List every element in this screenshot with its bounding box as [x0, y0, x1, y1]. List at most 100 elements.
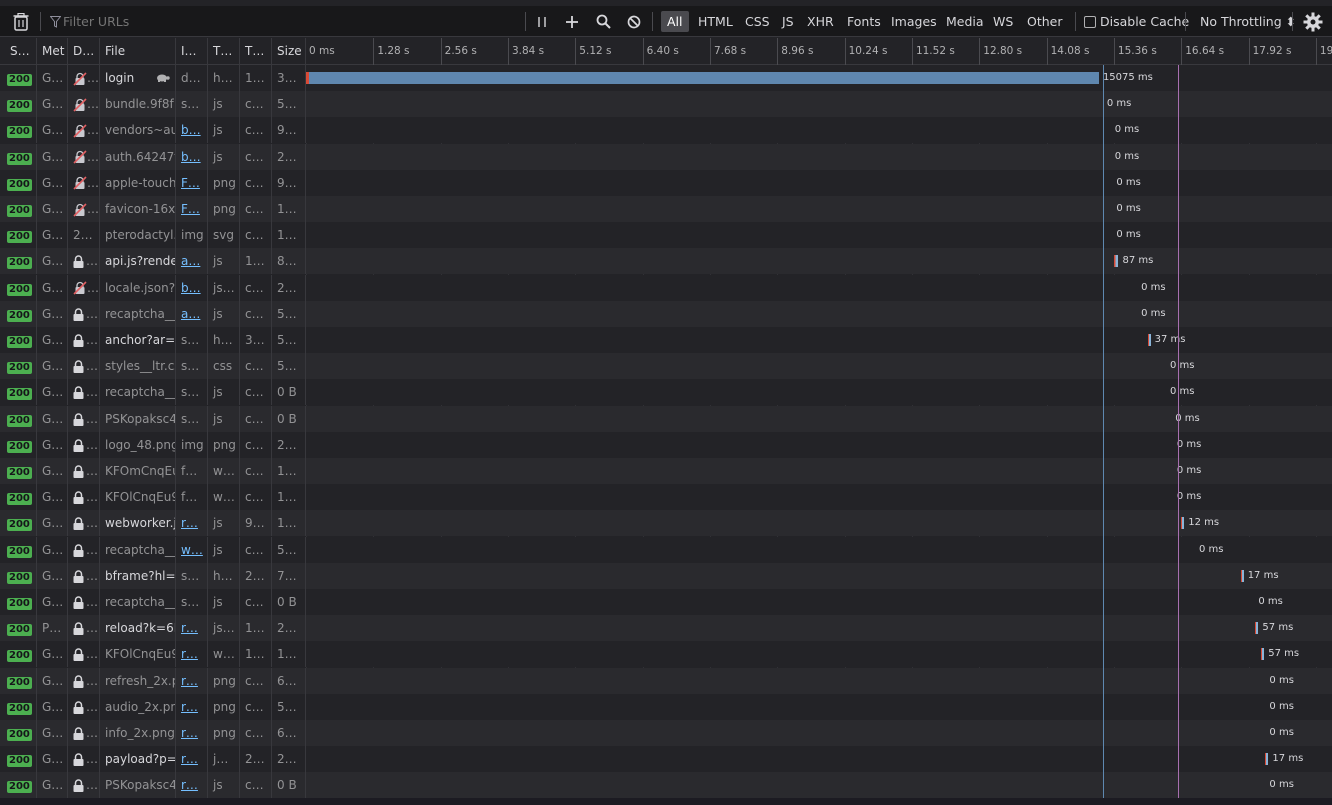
request-row[interactable]: 200 G…… recaptcha__es…jsc…0 B 0 ms — [0, 589, 1332, 615]
waterfall-time-label: 12 ms — [1188, 517, 1220, 529]
request-row[interactable]: 200 G…… bundle.9f8f1 s… js c… 5… 0 ms — [0, 91, 1332, 118]
initiator-link[interactable]: b… — [181, 281, 201, 295]
request-row[interactable]: 200 G…… KFOlCnqEu9 r… w… 1… 1… 57 ms — [0, 641, 1332, 668]
disable-cache-checkbox[interactable] — [1084, 15, 1096, 28]
initiator-link[interactable]: r… — [181, 516, 198, 530]
initiator-link[interactable]: r… — [181, 700, 198, 714]
initiator-cell: s… — [176, 589, 208, 615]
initiator-link[interactable]: w… — [181, 543, 203, 557]
request-row[interactable]: 200 G…… KFOmCnqEu f… w… c… 1… 0 ms — [0, 458, 1332, 484]
request-row[interactable]: 200 G…… apple-touch- F… png c… 9… 0 ms — [0, 169, 1332, 196]
slow-request-turtle-icon — [156, 65, 170, 91]
column-header-initiator[interactable]: I… — [176, 38, 208, 65]
column-header-domain[interactable]: D… — [68, 38, 100, 65]
filter-icon — [50, 6, 61, 37]
initiator-link[interactable]: r… — [181, 726, 198, 740]
method-cell: G… — [37, 379, 68, 406]
initiator-link[interactable]: b… — [181, 150, 201, 164]
request-row[interactable]: 200 G…… api.js?render a… js 1… 8… 87 ms — [0, 248, 1332, 275]
filter-other[interactable]: Other — [1021, 11, 1069, 32]
request-row[interactable]: 200 G…… auth.64247f1 b… jsc…2… 0 ms — [0, 143, 1332, 170]
search-button[interactable] — [596, 6, 611, 37]
initiator-link[interactable]: r… — [181, 674, 198, 688]
request-row[interactable]: 200 G…… audio_2x.png r… pngc…5… 0 ms — [0, 693, 1332, 720]
request-row[interactable]: 200 G…… anchor?ar=18s…h…3…5… 37 ms — [0, 327, 1332, 353]
domain-cell: … — [68, 484, 100, 511]
request-row[interactable]: 200 G…… login d… h… 1… 3… 15075 ms — [0, 65, 1332, 91]
waterfall-tick-label: 14.08 s — [1046, 38, 1089, 65]
initiator-link[interactable]: a… — [181, 307, 200, 321]
request-row[interactable]: 200 G…… recaptcha__e w… jsc…5… 0 ms — [0, 536, 1332, 563]
filter-css[interactable]: CSS — [739, 11, 776, 32]
add-request-button[interactable] — [565, 6, 579, 37]
request-row[interactable]: 200G……payload?p=0r…j…2…2…17 ms — [0, 746, 1332, 773]
request-row[interactable]: 200 G…… webworker.js r… js 9… 1… 12 ms — [0, 510, 1332, 537]
filter-ws[interactable]: WS — [987, 11, 1019, 32]
waterfall-timing-bar — [1113, 255, 1119, 268]
initiator-link[interactable]: r… — [181, 778, 198, 792]
column-header-status[interactable]: S… — [5, 38, 37, 65]
method-cell: G… — [37, 300, 68, 327]
initiator-link[interactable]: F… — [181, 202, 200, 216]
filter-xhr[interactable]: XHR — [801, 11, 840, 32]
file-name-cell: locale.json?lc — [100, 274, 176, 301]
filter-urls-input[interactable] — [63, 6, 513, 37]
request-row[interactable]: 200 G…… PSKopaksc4v r… jsc…0 B 0 ms — [0, 772, 1332, 798]
request-row[interactable]: 200 G…… bframe?hl=ers…h…2…7… 17 ms — [0, 562, 1332, 589]
throttling-select[interactable]: No Throttling ⬍ — [1200, 6, 1296, 37]
initiator-link[interactable]: a… — [181, 254, 200, 268]
method-cell: G… — [37, 641, 68, 668]
initiator-link[interactable]: F… — [181, 176, 200, 190]
status-badge: 200 — [7, 493, 32, 506]
request-row[interactable]: 200 G…… logo_48.png img png c… 2… 0 ms — [0, 431, 1332, 458]
waterfall-time-label: 0 ms — [1114, 150, 1140, 162]
insecure-lock-icon — [73, 150, 87, 164]
filter-images[interactable]: Images — [885, 11, 943, 32]
status-badge: 200 — [7, 283, 32, 296]
request-row[interactable]: 200 G…… info_2x.png r… png c… 6… 0 ms — [0, 720, 1332, 746]
domain-cell: … — [68, 196, 100, 222]
type-cell: png — [208, 693, 240, 720]
clear-requests-button[interactable] — [11, 6, 31, 37]
request-row[interactable]: 200 G…… favicon-16x16 F… pngc…1… 0 ms — [0, 196, 1332, 222]
file-name-cell: vendors~auth — [100, 117, 176, 144]
column-header-size[interactable]: Size — [272, 38, 306, 65]
disable-cache-toggle[interactable]: Disable Cache — [1084, 6, 1189, 37]
pause-button[interactable] — [536, 6, 548, 37]
type-cell: svg — [208, 222, 240, 249]
request-row[interactable]: 200 G…… recaptcha__e a… jsc…5… 0 ms — [0, 300, 1332, 327]
column-header-transferred[interactable]: T… — [240, 38, 272, 65]
waterfall-tick-label: 0 ms — [309, 45, 335, 57]
initiator-cell: s… — [176, 353, 208, 380]
request-row[interactable]: 200 G…… styles__ltr.cs s… css c… 5… 0 ms — [0, 353, 1332, 380]
request-row[interactable]: 200 P…… reload?k=6Lc r… js…1…2… 57 ms — [0, 615, 1332, 642]
initiator-link[interactable]: r… — [181, 647, 198, 661]
initiator-link[interactable]: r… — [181, 621, 198, 635]
initiator-link[interactable]: r… — [181, 752, 198, 766]
waterfall-time-label: 0 ms — [1116, 203, 1141, 214]
request-row[interactable]: 200 G…… recaptcha__es…jsc…0 B 0 ms — [0, 379, 1332, 406]
request-row[interactable]: 200 G… 2… pterodactyl.s img svg c… 1… 0 ms — [0, 222, 1332, 249]
request-row[interactable]: 200 G…… refresh_2x.pr r… pngc…6… 0 ms — [0, 667, 1332, 694]
block-requests-button[interactable] — [627, 6, 641, 37]
filter-html[interactable]: HTML — [692, 11, 739, 32]
status-badge: 200 — [7, 178, 32, 191]
filter-js[interactable]: JS — [776, 11, 800, 32]
status-cell: 200 — [5, 274, 37, 301]
filter-fonts[interactable]: Fonts — [841, 11, 887, 32]
request-row[interactable]: 200 G…… vendors~auth b… jsc…9… 0 ms — [0, 117, 1332, 144]
waterfall-time-label: 17 ms — [1247, 569, 1279, 581]
domain-cell: … — [68, 772, 100, 798]
request-row[interactable]: 200 G…… PSKopaksc4vs…jsc…0 B 0 ms — [0, 405, 1332, 432]
settings-button[interactable] — [1303, 6, 1323, 37]
request-row[interactable]: 200 G…… locale.json?lc b… js…c…2… 0 ms — [0, 274, 1332, 301]
request-row[interactable]: 200 G…… KFOlCnqEu9 f… w… c… 1… 0 ms — [0, 484, 1332, 511]
status-badge: 200 — [7, 650, 32, 663]
initiator-link[interactable]: b… — [181, 123, 201, 137]
column-header-file[interactable]: File — [100, 38, 176, 65]
filter-media[interactable]: Media — [940, 11, 990, 32]
column-header-method[interactable]: Met — [37, 38, 68, 65]
column-header-type[interactable]: T… — [208, 38, 240, 65]
filter-all[interactable]: All — [661, 11, 689, 32]
waterfall-time-label: 57 ms — [1268, 648, 1300, 660]
